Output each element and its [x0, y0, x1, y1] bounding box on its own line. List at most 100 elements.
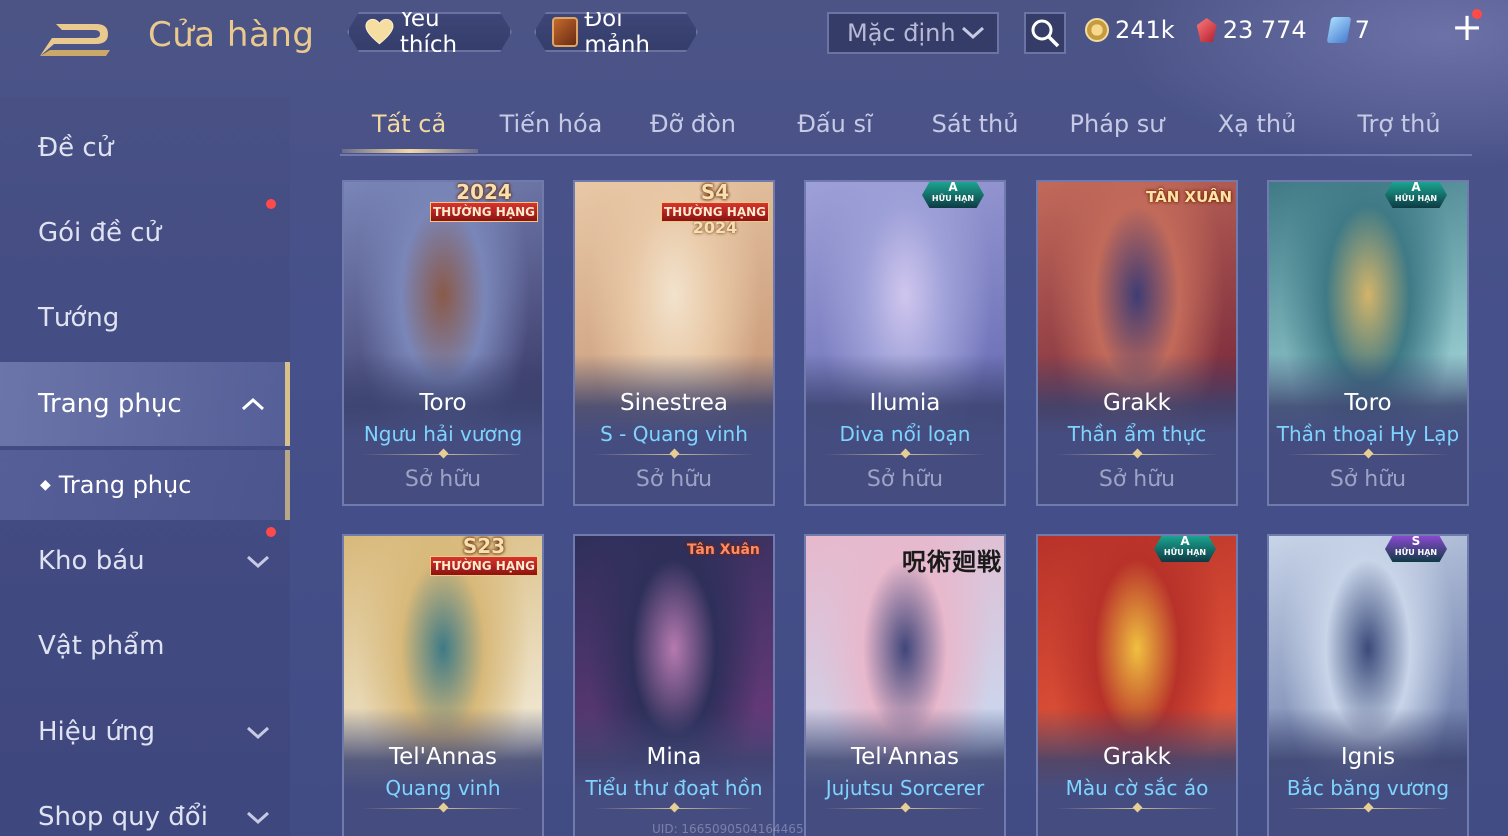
- sidebar-item-treasure[interactable]: Kho báu: [0, 531, 290, 591]
- back-button[interactable]: [36, 20, 116, 60]
- ranked-season-badge: S4 THƯỜNG HẠNG 2024: [657, 180, 773, 237]
- hero-name: Tel'Annas: [851, 744, 959, 770]
- sidebar-item-heroes[interactable]: Tướng: [0, 288, 290, 348]
- gold-coin-icon: [1085, 18, 1109, 42]
- chevron-down-icon: [246, 726, 270, 740]
- tab-fighter[interactable]: Đấu sĩ: [766, 98, 904, 150]
- skin-name: S - Quang vinh: [600, 422, 748, 446]
- search-button[interactable]: [1024, 12, 1066, 54]
- skin-card[interactable]: A HỮU HẠN Grakk Màu cờ sắc áo: [1036, 534, 1238, 836]
- tier-letter: A: [948, 180, 958, 194]
- skin-name: Jujutsu Sorcerer: [825, 776, 985, 800]
- currency-bar: 241k 23 774 7: [1085, 10, 1505, 50]
- badge-season: S23: [462, 534, 506, 558]
- tab-label: Trợ thủ: [1357, 110, 1441, 138]
- badge-season: 2024: [456, 180, 512, 204]
- sidebar-item-effects[interactable]: Hiệu ứng: [0, 702, 290, 762]
- hero-name: Tel'Annas: [389, 744, 497, 770]
- skin-name: Thần thoại Hy Lạp: [1276, 422, 1460, 446]
- shard-exchange-button[interactable]: Đổi mảnh: [534, 12, 698, 52]
- skin-card[interactable]: Tân Xuân Mina Tiểu thư đoạt hồn: [573, 534, 775, 836]
- ruby-currency: 23 774: [1196, 16, 1307, 44]
- tab-label: Sát thủ: [931, 110, 1019, 138]
- skin-card[interactable]: S23 THƯỜNG HẠNG Tel'Annas Quang vinh: [342, 534, 544, 836]
- tab-assassin[interactable]: Sát thủ: [906, 98, 1044, 150]
- chevron-up-icon: [241, 397, 265, 411]
- favorites-button[interactable]: Yêu thích: [347, 12, 512, 52]
- sidebar-item-label: Tướng: [38, 303, 120, 333]
- limited-tier-badge: A HỮU HẠN: [1154, 536, 1216, 566]
- tab-evolution[interactable]: Tiến hóa: [482, 98, 620, 150]
- skin-name: Quang vinh: [385, 776, 501, 800]
- gold-amount: 241k: [1115, 16, 1175, 44]
- tab-mage[interactable]: Pháp sư: [1048, 98, 1186, 150]
- tab-all[interactable]: Tất cả: [340, 98, 478, 153]
- card-shade: [806, 708, 1004, 836]
- sidebar-item-label: Gói đề cử: [38, 218, 162, 248]
- diamond-bullet-icon: ◆: [40, 477, 51, 493]
- hero-name: Toro: [1344, 390, 1392, 416]
- tab-label: Đỡ đòn: [649, 110, 737, 138]
- skin-card[interactable]: 2024 THƯỜNG HẠNG Toro Ngưu hải vương Sở hữu: [342, 180, 544, 506]
- tier-text: HỮU HẠN: [1394, 548, 1438, 557]
- skin-name: Tiểu thư đoạt hồn: [585, 776, 763, 800]
- tier-text: HỮU HẠN: [931, 194, 975, 203]
- collab-logo: 呪術廻戦: [902, 548, 1002, 576]
- sidebar-item-recommended[interactable]: Đề cử: [0, 118, 290, 178]
- sidebar-item-label: Kho báu: [38, 546, 145, 576]
- shard-exchange-label: Đổi mảnh: [584, 6, 651, 58]
- sidebar-item-label: Vật phẩm: [38, 631, 165, 661]
- sidebar-item-label: Hiệu ứng: [38, 717, 155, 747]
- badge-year: 2024: [692, 218, 738, 237]
- sidebar-item-recommended-packs[interactable]: Gói đề cử: [0, 203, 290, 263]
- limited-tier-badge: A HỮU HẠN: [1385, 182, 1447, 212]
- chevron-down-icon: [246, 555, 270, 569]
- heart-icon: [365, 17, 394, 47]
- skin-card[interactable]: A HỮU HẠN Toro Thần thoại Hy Lạp Sở hữu: [1267, 180, 1469, 506]
- event-badge: Tân Xuân: [687, 542, 760, 558]
- tab-support[interactable]: Trợ thủ: [1330, 98, 1468, 150]
- ruby-amount: 23 774: [1222, 16, 1307, 44]
- tab-marksman[interactable]: Xạ thủ: [1188, 98, 1326, 150]
- tab-label: Đấu sĩ: [797, 110, 873, 138]
- ownership-status: Sở hữu: [404, 467, 482, 492]
- sidebar-item-label: Trang phục: [38, 389, 182, 419]
- tab-label: Pháp sư: [1069, 110, 1165, 138]
- card-shade: [1038, 708, 1236, 836]
- sort-dropdown[interactable]: Mặc định: [827, 12, 999, 54]
- badge-season: S4: [700, 180, 730, 204]
- card-shade: [344, 708, 542, 836]
- skin-name: Bắc băng vương: [1286, 776, 1450, 800]
- skin-card[interactable]: S4 THƯỜNG HẠNG 2024 Sinestrea S - Quang vinh…: [573, 180, 775, 506]
- ruby-icon: [1196, 18, 1217, 42]
- event-badge: TÂN XUÂN: [1146, 188, 1232, 206]
- back-arrow-icon: [40, 24, 110, 56]
- tab-tank[interactable]: Đỡ đòn: [624, 98, 762, 150]
- limited-tier-badge: A HỮU HẠN: [922, 182, 984, 212]
- hero-name: Ignis: [1340, 744, 1396, 770]
- page-title: Cửa hàng: [148, 15, 315, 55]
- card-shade: [575, 708, 773, 836]
- skin-card[interactable]: A HỮU HẠN Ilumia Diva nổi loạn Sở hữu: [804, 180, 1006, 506]
- sort-value: Mặc định: [847, 19, 956, 47]
- favorites-label: Yêu thích: [399, 6, 458, 58]
- skin-card[interactable]: S HỮU HẠN Ignis Bắc băng vương: [1267, 534, 1469, 836]
- skin-card[interactable]: TÂN XUÂN Grakk Thần ẩm thực Sở hữu: [1036, 180, 1238, 506]
- skin-name: Ngưu hải vương: [363, 422, 523, 446]
- sidebar-item-exchange-shop[interactable]: Shop quy đổi: [0, 787, 290, 836]
- hero-name: Grakk: [1102, 744, 1171, 770]
- sidebar-item-items[interactable]: Vật phẩm: [0, 616, 290, 676]
- sidebar-item-skins[interactable]: Trang phục: [0, 362, 290, 446]
- top-bar: Cửa hàng Yêu thích Đổi mảnh Mặc định 241…: [0, 0, 1508, 80]
- sidebar-subitem-skins[interactable]: ◆ Trang phục: [0, 450, 290, 520]
- shard-chest-icon: [552, 17, 578, 47]
- ownership-status: Sở hữu: [1329, 467, 1407, 492]
- voucher-currency: 7: [1326, 16, 1370, 44]
- skin-card[interactable]: 呪術廻戦 Tel'Annas Jujutsu Sorcerer: [804, 534, 1006, 836]
- tier-letter: A: [1411, 180, 1421, 194]
- limited-tier-badge: S HỮU HẠN: [1385, 536, 1447, 566]
- tier-letter: A: [1180, 534, 1190, 548]
- ownership-status: Sở hữu: [866, 467, 944, 492]
- hero-name: Ilumia: [869, 390, 941, 416]
- hero-name: Grakk: [1102, 390, 1171, 416]
